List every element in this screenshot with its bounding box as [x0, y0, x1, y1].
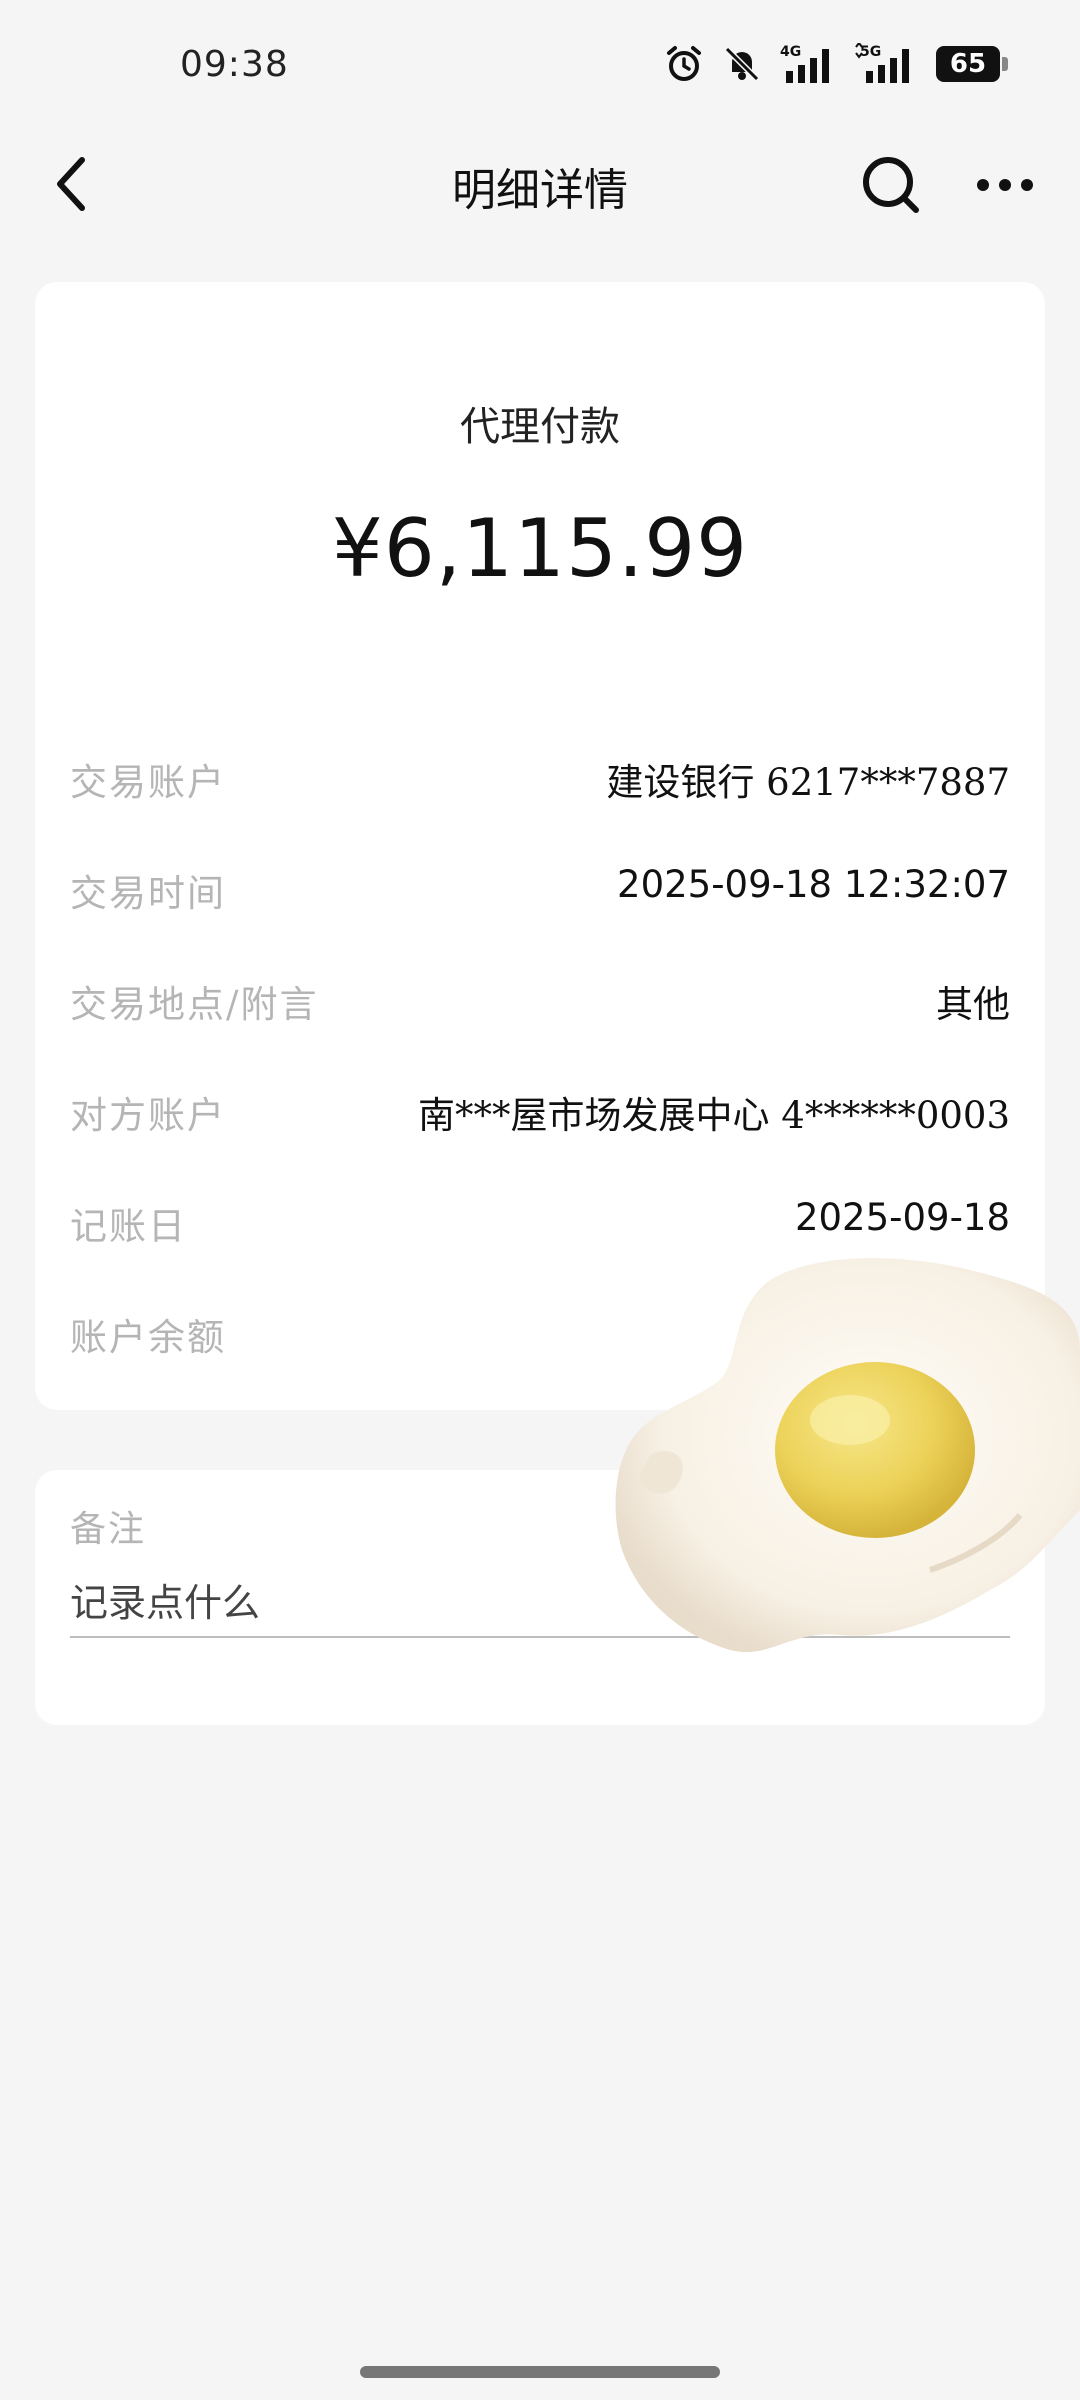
- detail-row-posting-date: 记账日 2025-09-18: [70, 1166, 1010, 1277]
- battery-level: 65: [949, 49, 987, 79]
- search-button[interactable]: [856, 150, 926, 220]
- transaction-detail-card: 代理付款 ¥6,115.99 交易账户 建设银行 6217***7887 交易时…: [35, 282, 1045, 1410]
- status-time: 09:38: [180, 44, 289, 85]
- nav-bar: 明细详情: [0, 130, 1080, 240]
- row-label: 交易账户: [70, 761, 226, 804]
- row-label: 交易时间: [70, 872, 226, 915]
- more-button[interactable]: [970, 150, 1040, 220]
- row-value: 2025-09-18: [794, 1196, 1010, 1239]
- note-input[interactable]: [70, 1570, 1010, 1638]
- row-value: 2025-09-18 12:32:07: [617, 863, 1010, 906]
- alarm-icon: [667, 46, 701, 81]
- status-bar: 09:38 4G 5G 65: [0, 0, 1080, 130]
- home-indicator[interactable]: [360, 2366, 720, 2378]
- detail-row-account: 交易账户 建设银行 6217***7887: [70, 722, 1010, 833]
- more-icon: [977, 179, 1033, 191]
- signal-5g-icon: 5G: [855, 43, 909, 83]
- detail-row-counterparty: 对方账户 南***屋市场发展中心 4******0003: [70, 1055, 1010, 1166]
- signal-5g-label: 5G: [860, 44, 881, 60]
- row-label: 记账日: [70, 1205, 187, 1248]
- row-label: 对方账户: [70, 1094, 226, 1137]
- row-label: 账户余额: [70, 1316, 226, 1359]
- status-icons: 4G 5G 65: [664, 38, 1008, 90]
- transaction-amount: ¥6,115.99: [331, 502, 749, 595]
- signal-4g-label: 4G: [780, 44, 801, 60]
- battery-icon: 65: [936, 46, 1008, 82]
- row-value: 南***屋市场发展中心 4******0003: [418, 1094, 1010, 1137]
- note-label: 备注: [70, 1509, 147, 1550]
- signal-4g-icon: 4G: [780, 44, 829, 83]
- note-card: 备注: [35, 1470, 1045, 1725]
- transaction-type: 代理付款: [460, 404, 620, 450]
- detail-row-balance: 账户余额: [70, 1277, 1010, 1388]
- row-value: 其他: [936, 983, 1010, 1026]
- detail-row-location: 交易地点/附言 其他: [70, 944, 1010, 1055]
- search-icon: [863, 157, 919, 213]
- mute-icon: [724, 46, 760, 82]
- row-value: 建设银行 6217***7887: [606, 761, 1010, 804]
- row-label: 交易地点/附言: [70, 983, 319, 1026]
- detail-rows: 交易账户 建设银行 6217***7887 交易时间 2025-09-18 12…: [70, 722, 1010, 1388]
- detail-row-time: 交易时间 2025-09-18 12:32:07: [70, 833, 1010, 944]
